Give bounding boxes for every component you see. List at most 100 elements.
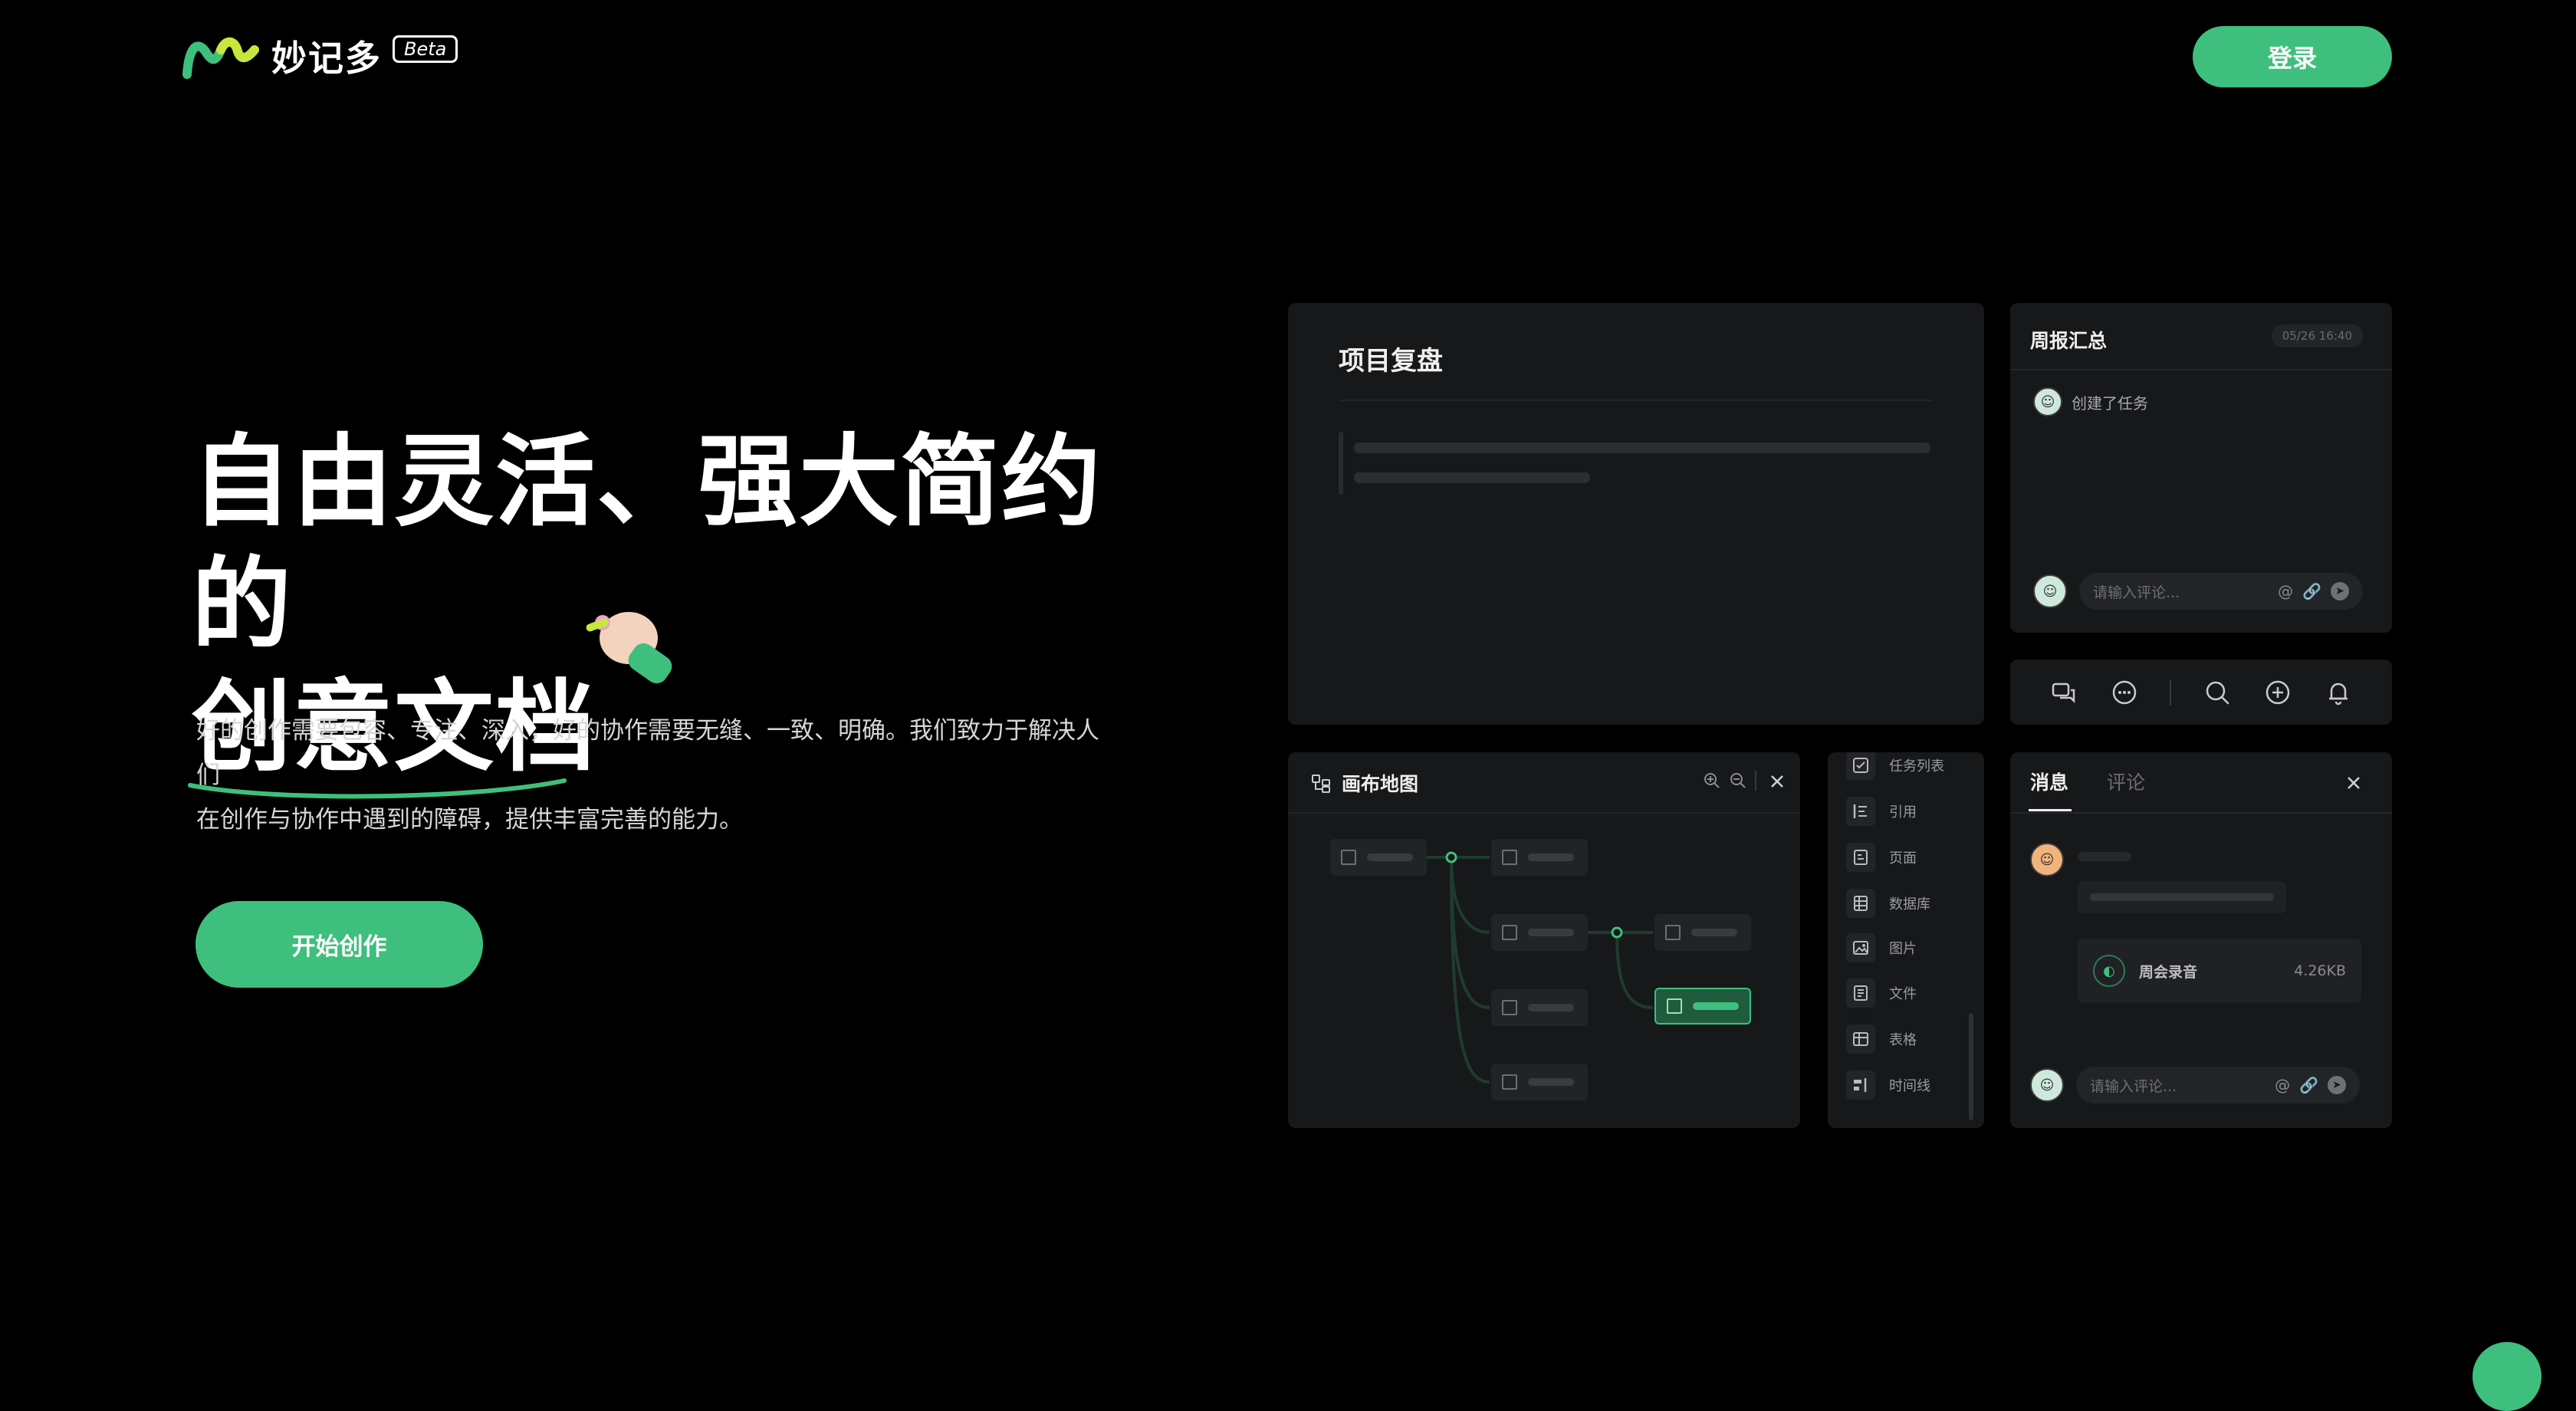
- send-icon[interactable]: ➤: [2331, 582, 2349, 600]
- comment-placeholder: 请输入评论...: [2093, 584, 2180, 601]
- node-icon: [1667, 998, 1682, 1014]
- mindmap-node[interactable]: [1491, 914, 1588, 951]
- block-item-label: 数据库: [1889, 896, 1930, 913]
- hero-description-line1: 好的创作需要包容、专注、深入，好的协作需要无缝、一致、明确。我们致力于解决人们: [196, 717, 1099, 789]
- at-icon[interactable]: @: [2275, 1076, 2290, 1094]
- mindmap-node[interactable]: [1654, 914, 1751, 951]
- toolbar-divider: [2170, 679, 2172, 706]
- logo-mark-icon: [182, 37, 259, 79]
- block-item-file[interactable]: 文件: [1846, 978, 1917, 1008]
- link-icon[interactable]: 🔗: [2302, 582, 2321, 600]
- comment-placeholder: 请输入评论...: [2090, 1077, 2177, 1095]
- image-icon: [1846, 933, 1875, 962]
- message-panel: 消息 评论 ☺ ◐ 周会录音 4.26KB ☺ 请输入评论... @ 🔗 ➤: [2010, 752, 2392, 1128]
- node-label: [1528, 854, 1574, 861]
- block-item-label: 时间线: [1889, 1078, 1930, 1094]
- node-label: [1693, 1002, 1739, 1010]
- bell-icon[interactable]: [2323, 677, 2354, 708]
- activity-item: ☺ 创建了任务: [2033, 387, 2148, 416]
- scrollbar[interactable]: [1969, 1013, 1973, 1120]
- divider: [2010, 369, 2392, 370]
- project-title: 项目复盘: [1339, 346, 1443, 377]
- at-icon[interactable]: @: [2278, 582, 2293, 600]
- checkbox-icon: [1846, 752, 1875, 780]
- hand-pen-icon: [586, 612, 672, 684]
- node-icon: [1502, 925, 1517, 940]
- file-name: 周会录音: [2139, 963, 2198, 981]
- block-item-label: 页面: [1889, 850, 1917, 867]
- mindmap-node[interactable]: [1491, 989, 1588, 1026]
- node-label: [1367, 854, 1413, 861]
- comment-input[interactable]: 请输入评论... @ 🔗 ➤: [2076, 1067, 2360, 1103]
- project-panel: 项目复盘: [1288, 303, 1984, 725]
- node-icon: [1502, 850, 1517, 865]
- node-label: [1528, 1078, 1574, 1086]
- comment-row: ☺ 请输入评论... @ 🔗 ➤: [2030, 1067, 2360, 1103]
- search-icon[interactable]: [2202, 677, 2233, 708]
- canvas-map-panel: 画布地图: [1288, 752, 1800, 1128]
- block-item-task-list[interactable]: 任务列表: [1846, 752, 1944, 780]
- link-icon[interactable]: 🔗: [2299, 1076, 2318, 1094]
- mindmap-node[interactable]: [1491, 1064, 1588, 1100]
- add-icon[interactable]: [2262, 677, 2293, 708]
- divider: [1339, 400, 1934, 401]
- tab-messages[interactable]: 消息: [2030, 768, 2068, 795]
- mindmap-node-selected[interactable]: [1654, 988, 1751, 1025]
- file-size: 4.26KB: [2294, 962, 2346, 979]
- block-item-label: 表格: [1889, 1032, 1917, 1048]
- close-icon[interactable]: [2346, 775, 2361, 791]
- weekly-title: 周报汇总: [2030, 330, 2108, 352]
- block-item-label: 文件: [1889, 986, 1917, 1002]
- timeline-icon: [1846, 1071, 1875, 1100]
- audio-icon: ◐: [2093, 955, 2125, 987]
- active-tab-indicator: [2029, 809, 2072, 811]
- comment-row: ☺ 请输入评论... @ 🔗 ➤: [2033, 573, 2363, 610]
- hero-description-line2: 在创作与协作中遇到的障碍，提供丰富完善的能力。: [196, 806, 743, 834]
- avatar: ☺: [2030, 1068, 2064, 1102]
- activity-text: 创建了任务: [2072, 393, 2148, 413]
- skeleton-line: [1354, 442, 1930, 453]
- skeleton-line: [1354, 472, 1590, 483]
- block-item-label: 图片: [1889, 941, 1917, 957]
- block-item-timeline[interactable]: 时间线: [1846, 1071, 1930, 1100]
- avatar: ☺: [2030, 843, 2064, 877]
- comment-icon[interactable]: [2049, 677, 2079, 708]
- node-icon: [1341, 850, 1356, 865]
- node-icon: [1502, 1000, 1517, 1015]
- audio-file-card[interactable]: ◐ 周会录音 4.26KB: [2078, 939, 2361, 1003]
- node-icon: [1502, 1074, 1517, 1090]
- table-icon: [1846, 1025, 1875, 1054]
- logo-text: 妙记多: [271, 38, 382, 79]
- tab-comments[interactable]: 评论: [2107, 768, 2145, 795]
- block-item-label: 任务列表: [1889, 758, 1944, 775]
- avatar: ☺: [2033, 574, 2067, 608]
- block-item-quote[interactable]: 引用: [1846, 797, 1917, 826]
- mindmap-node[interactable]: [1491, 839, 1588, 876]
- toolbar-panel: [2010, 659, 2392, 725]
- block-item-page[interactable]: 页面: [1846, 843, 1917, 872]
- hero-description: 好的创作需要包容、专注、深入，好的协作需要无缝、一致、明确。我们致力于解决人们 …: [196, 709, 1116, 842]
- mindmap-node[interactable]: [1330, 839, 1427, 876]
- node-label: [1691, 929, 1737, 936]
- block-menu-panel: 任务列表 引用 页面 数据库 图片 文件 表格 时间线: [1828, 752, 1984, 1128]
- block-item-database[interactable]: 数据库: [1846, 889, 1930, 918]
- node-label: [1528, 1004, 1574, 1011]
- file-icon: [1846, 978, 1875, 1008]
- skeleton-line: [2090, 893, 2274, 901]
- logo[interactable]: 妙记多 Beta: [181, 31, 458, 81]
- send-icon[interactable]: ➤: [2328, 1076, 2346, 1094]
- quote-bar: [1339, 432, 1343, 495]
- avatar: ☺: [2033, 387, 2062, 416]
- login-button[interactable]: 登录: [2193, 26, 2392, 87]
- node-label: [1528, 929, 1574, 936]
- block-item-table[interactable]: 表格: [1846, 1025, 1917, 1054]
- block-item-image[interactable]: 图片: [1846, 933, 1917, 962]
- page-icon: [1846, 843, 1875, 872]
- beta-badge: Beta: [393, 35, 458, 63]
- node-icon: [1665, 925, 1681, 940]
- comment-input[interactable]: 请输入评论... @ 🔗 ➤: [2079, 573, 2363, 610]
- chat-support-button[interactable]: [2472, 1342, 2542, 1411]
- more-icon[interactable]: [2109, 677, 2140, 708]
- weekly-report-panel: 周报汇总 05/26 16:40 ☺ 创建了任务 ☺ 请输入评论... @ 🔗 …: [2010, 303, 2392, 633]
- start-creating-button[interactable]: 开始创作: [196, 901, 483, 988]
